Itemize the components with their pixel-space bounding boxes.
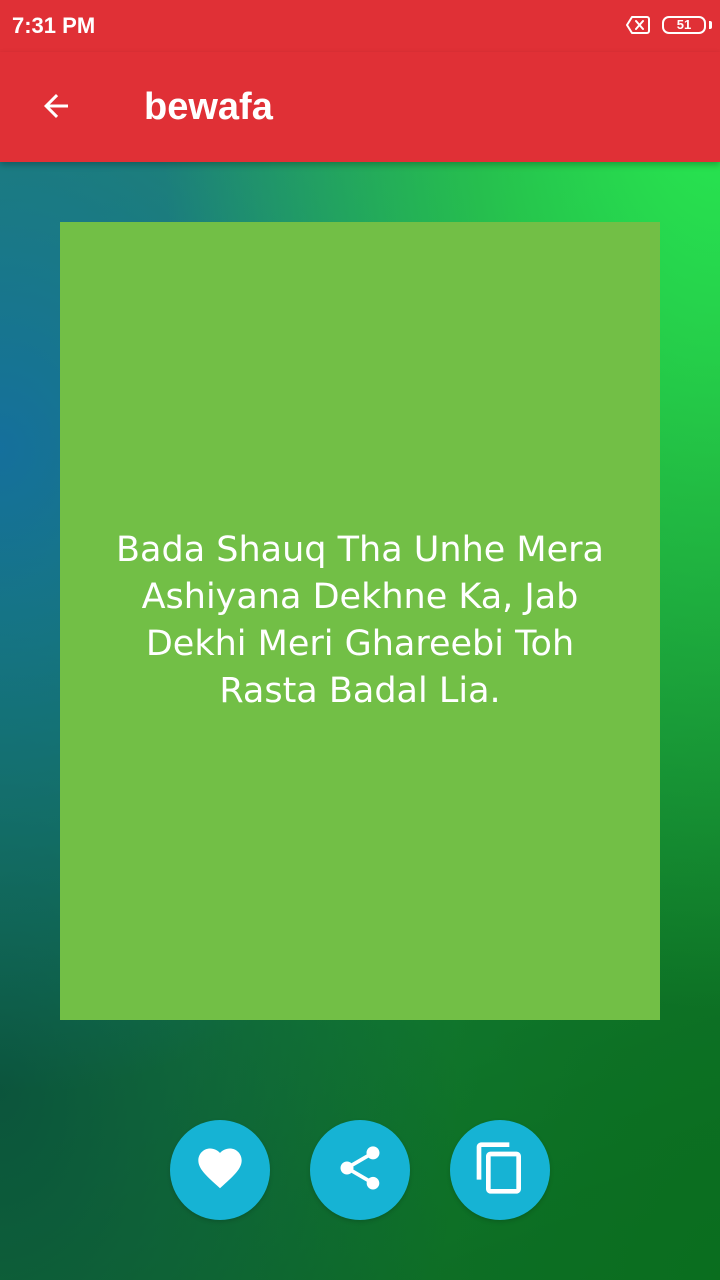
share-button[interactable]: [310, 1120, 410, 1220]
page-title: bewafa: [144, 86, 273, 128]
heart-icon: [194, 1142, 246, 1198]
status-icons: 51: [626, 14, 712, 36]
copy-icon: [472, 1140, 528, 1200]
quote-text: Bada Shauq Tha Unhe Mera Ashiyana Dekhne…: [116, 530, 604, 711]
share-icon: [334, 1142, 386, 1198]
battery-level: 51: [676, 17, 692, 32]
app-bar: bewafa: [0, 52, 720, 162]
arrow-left-icon: [38, 88, 74, 128]
battery-icon: 51: [662, 16, 712, 34]
favorite-button[interactable]: [170, 1120, 270, 1220]
copy-button[interactable]: [450, 1120, 550, 1220]
quote-card: Bada Shauq Tha Unhe Mera Ashiyana Dekhne…: [60, 222, 660, 1020]
action-buttons: [170, 1120, 550, 1220]
status-bar: 7:31 PM 51: [0, 0, 720, 52]
status-time: 7:31 PM: [12, 13, 96, 38]
back-button[interactable]: [24, 76, 88, 140]
sim-error-icon: [626, 15, 650, 35]
